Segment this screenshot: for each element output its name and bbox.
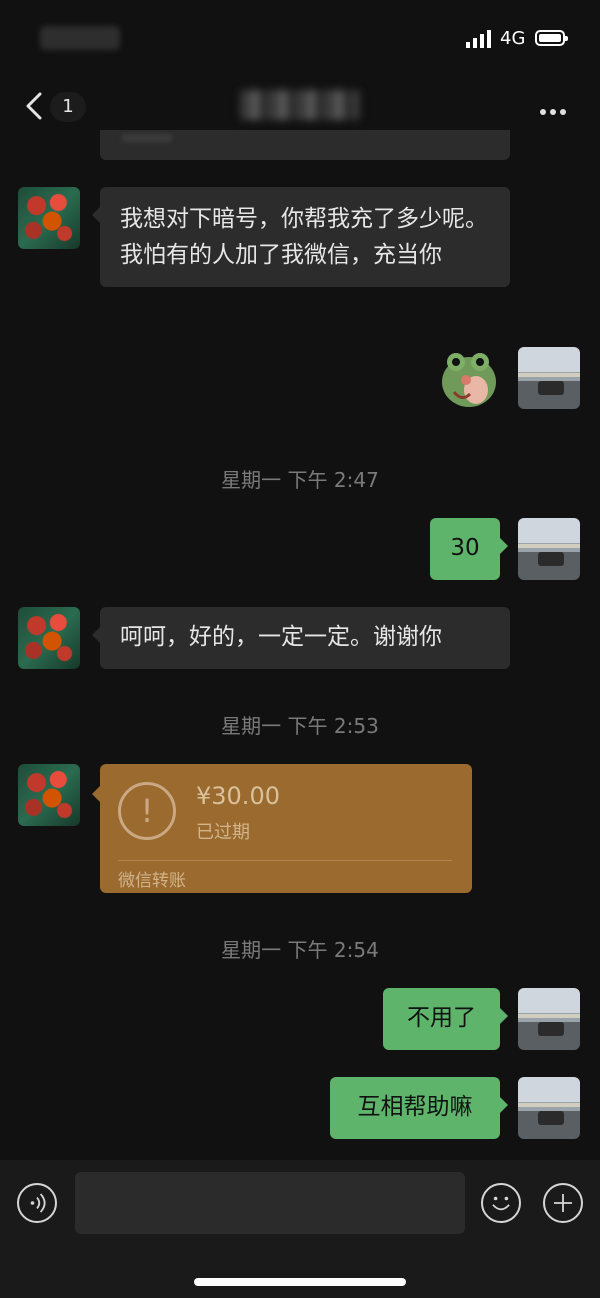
unread-count-badge[interactable]: 1 [50, 92, 86, 122]
message-bubble-incoming[interactable]: 呵呵，好的，一定一定。谢谢你 [92, 607, 510, 669]
transfer-divider [118, 860, 452, 861]
chevron-left-icon[interactable] [22, 90, 52, 122]
chat-input-bar [0, 1160, 600, 1298]
more-dots-icon[interactable] [540, 100, 574, 115]
transfer-label: 微信转账 [118, 871, 186, 891]
previous-message-partial [100, 130, 510, 160]
signal-icon [466, 30, 491, 48]
self-avatar[interactable] [518, 518, 580, 580]
message-bubble-outgoing[interactable]: 不用了 [383, 988, 508, 1050]
timestamp: 星期一 下午 2:47 [221, 468, 379, 492]
timestamp: 星期一 下午 2:54 [221, 938, 379, 962]
emoji-icon[interactable] [481, 1183, 521, 1223]
transfer-status: 已过期 [196, 822, 250, 843]
self-avatar[interactable] [518, 1077, 580, 1139]
voice-icon[interactable] [17, 1183, 57, 1223]
timestamp: 星期一 下午 2:53 [221, 714, 379, 738]
plus-icon[interactable] [543, 1183, 583, 1223]
chat-title-blurred [240, 90, 360, 120]
frog-sticker-icon[interactable] [436, 346, 502, 412]
self-avatar[interactable] [518, 988, 580, 1050]
status-time-blurred [40, 26, 120, 50]
exclamation-circle-icon: ! [118, 782, 176, 840]
battery-icon [535, 30, 568, 46]
network-type: 4G [500, 28, 526, 49]
transfer-amount: ¥30.00 [196, 782, 280, 810]
message-bubble-outgoing[interactable]: 30 [430, 518, 508, 580]
message-bubble-outgoing[interactable]: 互相帮助嘛 [330, 1077, 508, 1139]
self-avatar[interactable] [518, 347, 580, 409]
wechat-transfer-card[interactable]: ! ¥30.00 已过期 微信转账 [92, 764, 472, 893]
status-bar: 4G [0, 0, 600, 70]
home-indicator[interactable] [194, 1278, 406, 1286]
message-bubble-incoming[interactable]: 我想对下暗号，你帮我充了多少呢。我怕有的人加了我微信，充当你 [92, 187, 510, 287]
message-input[interactable] [75, 1172, 465, 1234]
contact-avatar[interactable] [18, 764, 80, 826]
contact-avatar[interactable] [18, 187, 80, 249]
contact-avatar[interactable] [18, 607, 80, 669]
